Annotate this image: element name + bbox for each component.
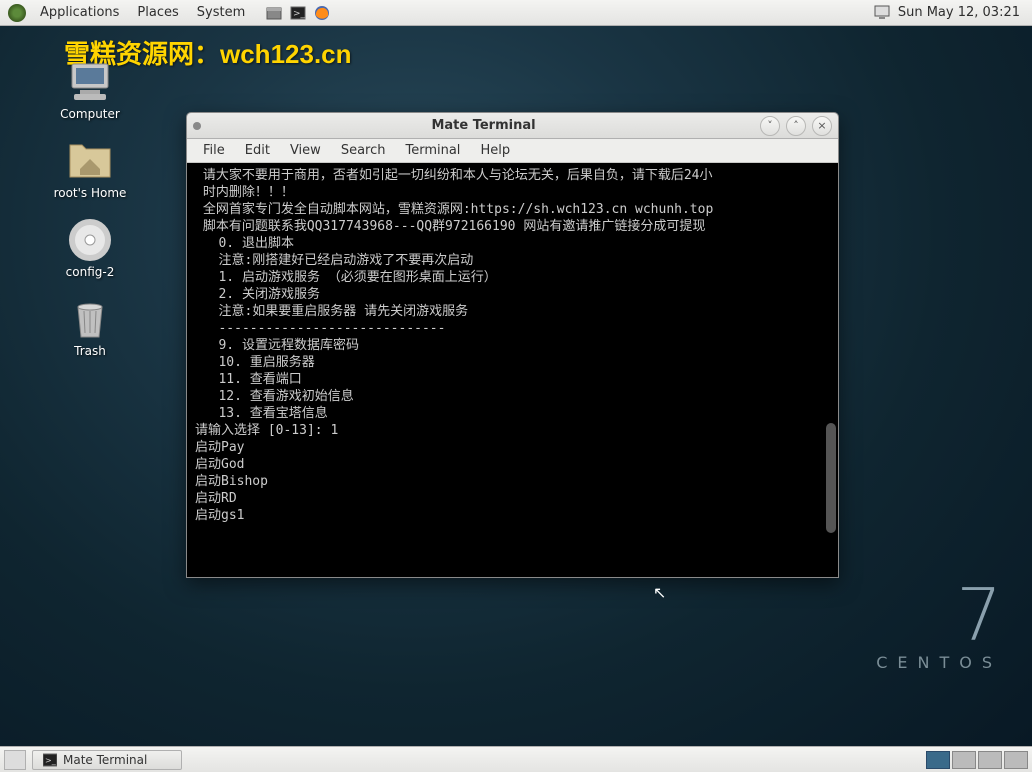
window-buttons: ˅ ˄ × [760, 116, 832, 136]
svg-text:>_: >_ [45, 756, 57, 765]
folder-home-icon [66, 139, 114, 183]
terminal-line: 1. 启动游戏服务 （必须要在图形桌面上运行） [195, 269, 830, 286]
maximize-button[interactable]: ˄ [786, 116, 806, 136]
svg-text:>_: >_ [293, 9, 306, 19]
close-button[interactable]: × [812, 116, 832, 136]
display-icon[interactable] [874, 4, 892, 22]
desktop-icon-trash[interactable]: Trash [40, 297, 140, 358]
taskbar-item-label: Mate Terminal [63, 753, 147, 767]
window-menu-icon[interactable] [193, 122, 201, 130]
panel-right: Sun May 12, 03:21 [874, 4, 1028, 22]
bottom-panel: >_ Mate Terminal [0, 746, 1032, 772]
terminal-line: 脚本有问题联系我QQ317743968---QQ群972166190 网站有邀请… [195, 218, 830, 235]
panel-left: Applications Places System >_ [4, 2, 331, 23]
menu-applications[interactable]: Applications [32, 2, 127, 23]
terminal-line: 时内删除！！！ [195, 184, 830, 201]
panel-launcher-icons: >_ [265, 4, 331, 22]
terminal-line: 启动RD [195, 490, 830, 507]
disc-icon [66, 218, 114, 262]
brand-version: 7 [876, 585, 1002, 645]
menu-help[interactable]: Help [470, 141, 520, 160]
desktop-icon-label: root's Home [54, 186, 127, 200]
show-desktop-button[interactable] [4, 750, 26, 770]
terminal-line: 0. 退出脚本 [195, 235, 830, 252]
desktop-icon-label: Computer [60, 107, 120, 121]
menu-terminal[interactable]: Terminal [395, 141, 470, 160]
workspace-switcher [926, 751, 1028, 769]
workspace-2[interactable] [952, 751, 976, 769]
desktop-icon-home[interactable]: root's Home [40, 139, 140, 200]
terminal-line: 13. 查看宝塔信息 [195, 405, 830, 422]
menu-view[interactable]: View [280, 141, 331, 160]
brand-name: CENTOS [876, 653, 1002, 672]
terminal-line: 启动Bishop [195, 473, 830, 490]
terminal-output[interactable]: 请大家不要用于商用，否者如引起一切纠纷和本人与论坛无关，后果自负，请下载后24小… [187, 163, 838, 577]
terminal-menubar: File Edit View Search Terminal Help [187, 139, 838, 163]
file-manager-icon[interactable] [265, 4, 283, 22]
terminal-launcher-icon[interactable]: >_ [289, 4, 307, 22]
desktop-icon-label: Trash [74, 344, 106, 358]
taskbar-item-terminal[interactable]: >_ Mate Terminal [32, 750, 182, 770]
trash-icon [66, 297, 114, 341]
terminal-line: 2. 关闭游戏服务 [195, 286, 830, 303]
computer-icon [66, 60, 114, 104]
window-titlebar[interactable]: Mate Terminal ˅ ˄ × [187, 113, 838, 139]
workspace-1[interactable] [926, 751, 950, 769]
firefox-icon[interactable] [313, 4, 331, 22]
terminal-line: 启动God [195, 456, 830, 473]
top-panel: Applications Places System >_ Sun May 12… [0, 0, 1032, 26]
terminal-line: 请输入选择 [0-13]: 1 [195, 422, 830, 439]
scrollbar-thumb[interactable] [826, 423, 836, 533]
menu-system[interactable]: System [189, 2, 253, 23]
desktop-icon-computer[interactable]: Computer [40, 60, 140, 121]
terminal-line: 启动Pay [195, 439, 830, 456]
desktop-icon-label: config-2 [66, 265, 115, 279]
centos-brand: 7 CENTOS [876, 585, 1002, 672]
terminal-line: 11. 查看端口 [195, 371, 830, 388]
mouse-cursor-icon: ↖ [653, 583, 666, 602]
terminal-line: 全网首家专门发全自动脚本网站，雪糕资源网:https://sh.wch123.c… [195, 201, 830, 218]
menu-edit[interactable]: Edit [235, 141, 280, 160]
minimize-button[interactable]: ˅ [760, 116, 780, 136]
clock[interactable]: Sun May 12, 03:21 [898, 5, 1020, 20]
menu-search[interactable]: Search [331, 141, 396, 160]
distro-logo-icon[interactable] [8, 4, 26, 22]
menu-file[interactable]: File [193, 141, 235, 160]
menu-places[interactable]: Places [129, 2, 186, 23]
terminal-line: 9. 设置远程数据库密码 [195, 337, 830, 354]
workspace-3[interactable] [978, 751, 1002, 769]
desktop-icon-config[interactable]: config-2 [40, 218, 140, 279]
workspace-4[interactable] [1004, 751, 1028, 769]
terminal-line: 注意:如果要重启服务器 请先关闭游戏服务 [195, 303, 830, 320]
terminal-task-icon: >_ [43, 753, 57, 767]
terminal-line: 请大家不要用于商用，否者如引起一切纠纷和本人与论坛无关，后果自负，请下载后24小 [195, 167, 830, 184]
terminal-line: ----------------------------- [195, 320, 830, 337]
window-title: Mate Terminal [207, 118, 760, 133]
terminal-line: 10. 重启服务器 [195, 354, 830, 371]
terminal-line: 启动gs1 [195, 507, 830, 524]
desktop-icons: Computer root's Home config-2 Trash [40, 60, 140, 358]
terminal-line: 12. 查看游戏初始信息 [195, 388, 830, 405]
terminal-line: 注意:刚搭建好已经启动游戏了不要再次启动 [195, 252, 830, 269]
terminal-window: Mate Terminal ˅ ˄ × File Edit View Searc… [186, 112, 839, 578]
